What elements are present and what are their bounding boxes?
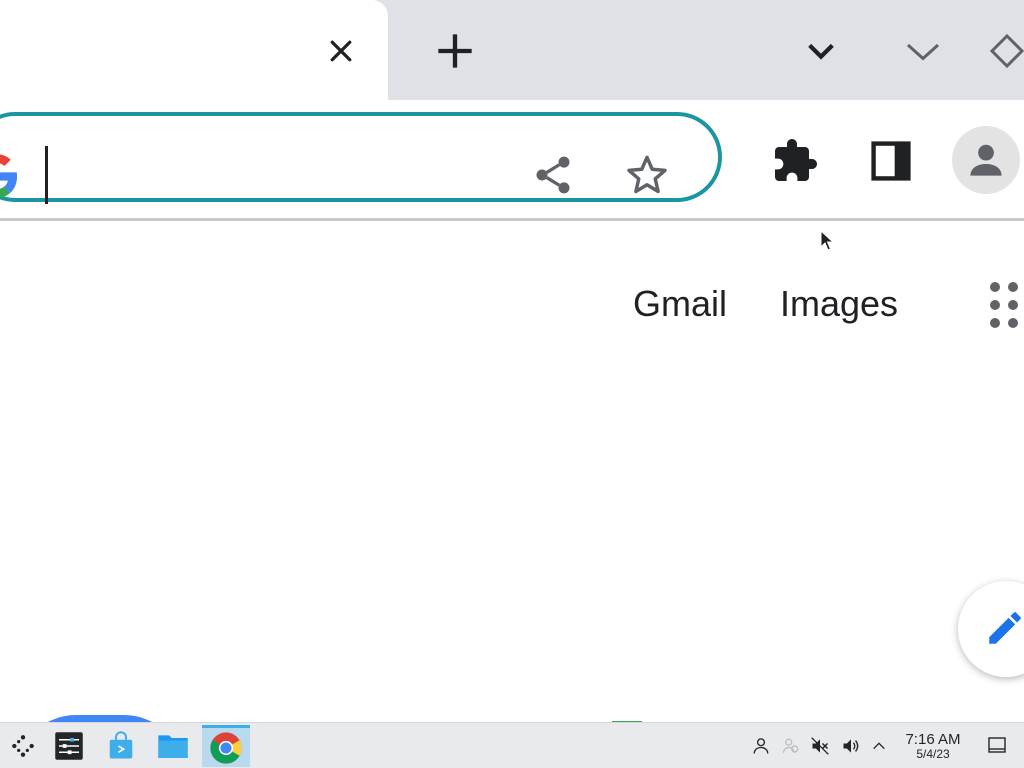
gmail-link[interactable]: Gmail	[633, 283, 727, 325]
launcher-icon	[12, 735, 34, 757]
minimize-icon	[906, 43, 940, 61]
person-icon	[970, 144, 1002, 176]
toolbar	[0, 100, 1024, 220]
tray-volume[interactable]	[840, 735, 862, 757]
discover-store-icon	[109, 731, 133, 759]
close-icon	[330, 40, 352, 62]
address-input[interactable]	[54, 146, 508, 206]
restore-icon	[989, 33, 1024, 69]
tray-user[interactable]	[750, 735, 772, 757]
file-manager-icon	[158, 735, 188, 758]
plus-icon	[438, 34, 472, 68]
taskbar-file-manager[interactable]	[150, 725, 196, 767]
customize-edit-button[interactable]	[958, 581, 1024, 677]
omnibox[interactable]	[0, 112, 722, 206]
puzzle-icon	[775, 139, 817, 181]
application-launcher[interactable]	[0, 725, 46, 767]
tab-strip	[0, 0, 1024, 102]
minimize-button[interactable]	[900, 28, 946, 74]
volume-icon	[843, 739, 859, 753]
share-button[interactable]	[528, 150, 578, 200]
clock-date: 5/4/23	[916, 747, 950, 761]
chrome-icon	[210, 731, 242, 764]
taskbar-discover[interactable]	[98, 725, 144, 767]
tray-expand-icon	[873, 742, 885, 750]
tab-close-button[interactable]	[320, 30, 362, 72]
chevron-down-icon	[808, 43, 834, 60]
tray-expand[interactable]	[868, 735, 890, 757]
tray-users-disabled[interactable]	[780, 735, 802, 757]
digital-clock[interactable]: 7:16 AM 5/4/23	[898, 732, 968, 761]
settings-icon	[55, 732, 83, 760]
restore-button[interactable]	[984, 28, 1024, 74]
mouse-cursor-icon	[820, 230, 834, 251]
taskbar: 7:16 AM 5/4/23	[0, 722, 1024, 768]
tab-search-button[interactable]	[798, 28, 844, 74]
new-tab-button[interactable]	[432, 28, 478, 74]
profile-button[interactable]	[952, 126, 1020, 194]
user-icon	[753, 738, 769, 754]
users-icon	[782, 738, 799, 753]
pencil-icon	[989, 612, 1021, 644]
google-apps-button[interactable]	[984, 279, 1024, 333]
side-panel-icon	[871, 141, 911, 181]
share-icon	[536, 156, 570, 194]
text-cursor	[45, 146, 48, 204]
bookmark-star-button[interactable]	[622, 150, 672, 200]
star-icon	[627, 155, 667, 194]
mic-muted-icon	[811, 737, 829, 755]
show-desktop-icon[interactable]	[988, 737, 1006, 753]
google-g-icon	[0, 154, 18, 198]
active-tab[interactable]	[0, 0, 388, 102]
taskbar-system-settings[interactable]	[46, 725, 92, 767]
images-link[interactable]: Images	[780, 283, 898, 325]
page-content: Gmail Images	[0, 221, 1024, 722]
partial-blue-element	[16, 715, 184, 722]
clock-time: 7:16 AM	[905, 731, 961, 748]
side-panel-button[interactable]	[864, 134, 918, 188]
taskbar-chrome[interactable]	[202, 725, 250, 767]
extensions-button[interactable]	[768, 134, 822, 188]
tray-microphone[interactable]	[809, 735, 831, 757]
